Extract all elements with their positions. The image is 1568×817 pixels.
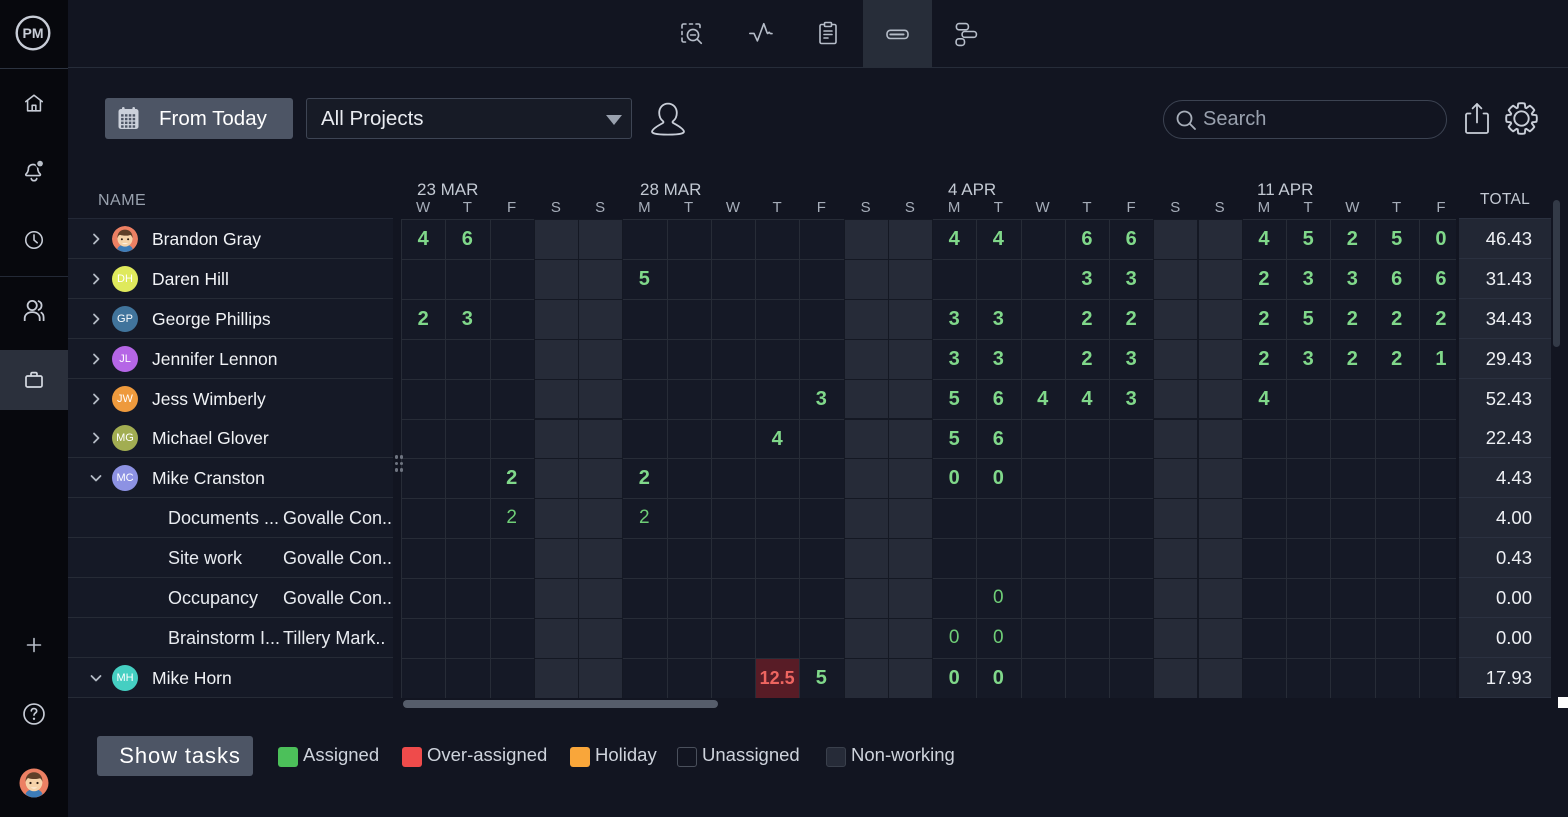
svg-text:PM: PM [23, 25, 44, 41]
